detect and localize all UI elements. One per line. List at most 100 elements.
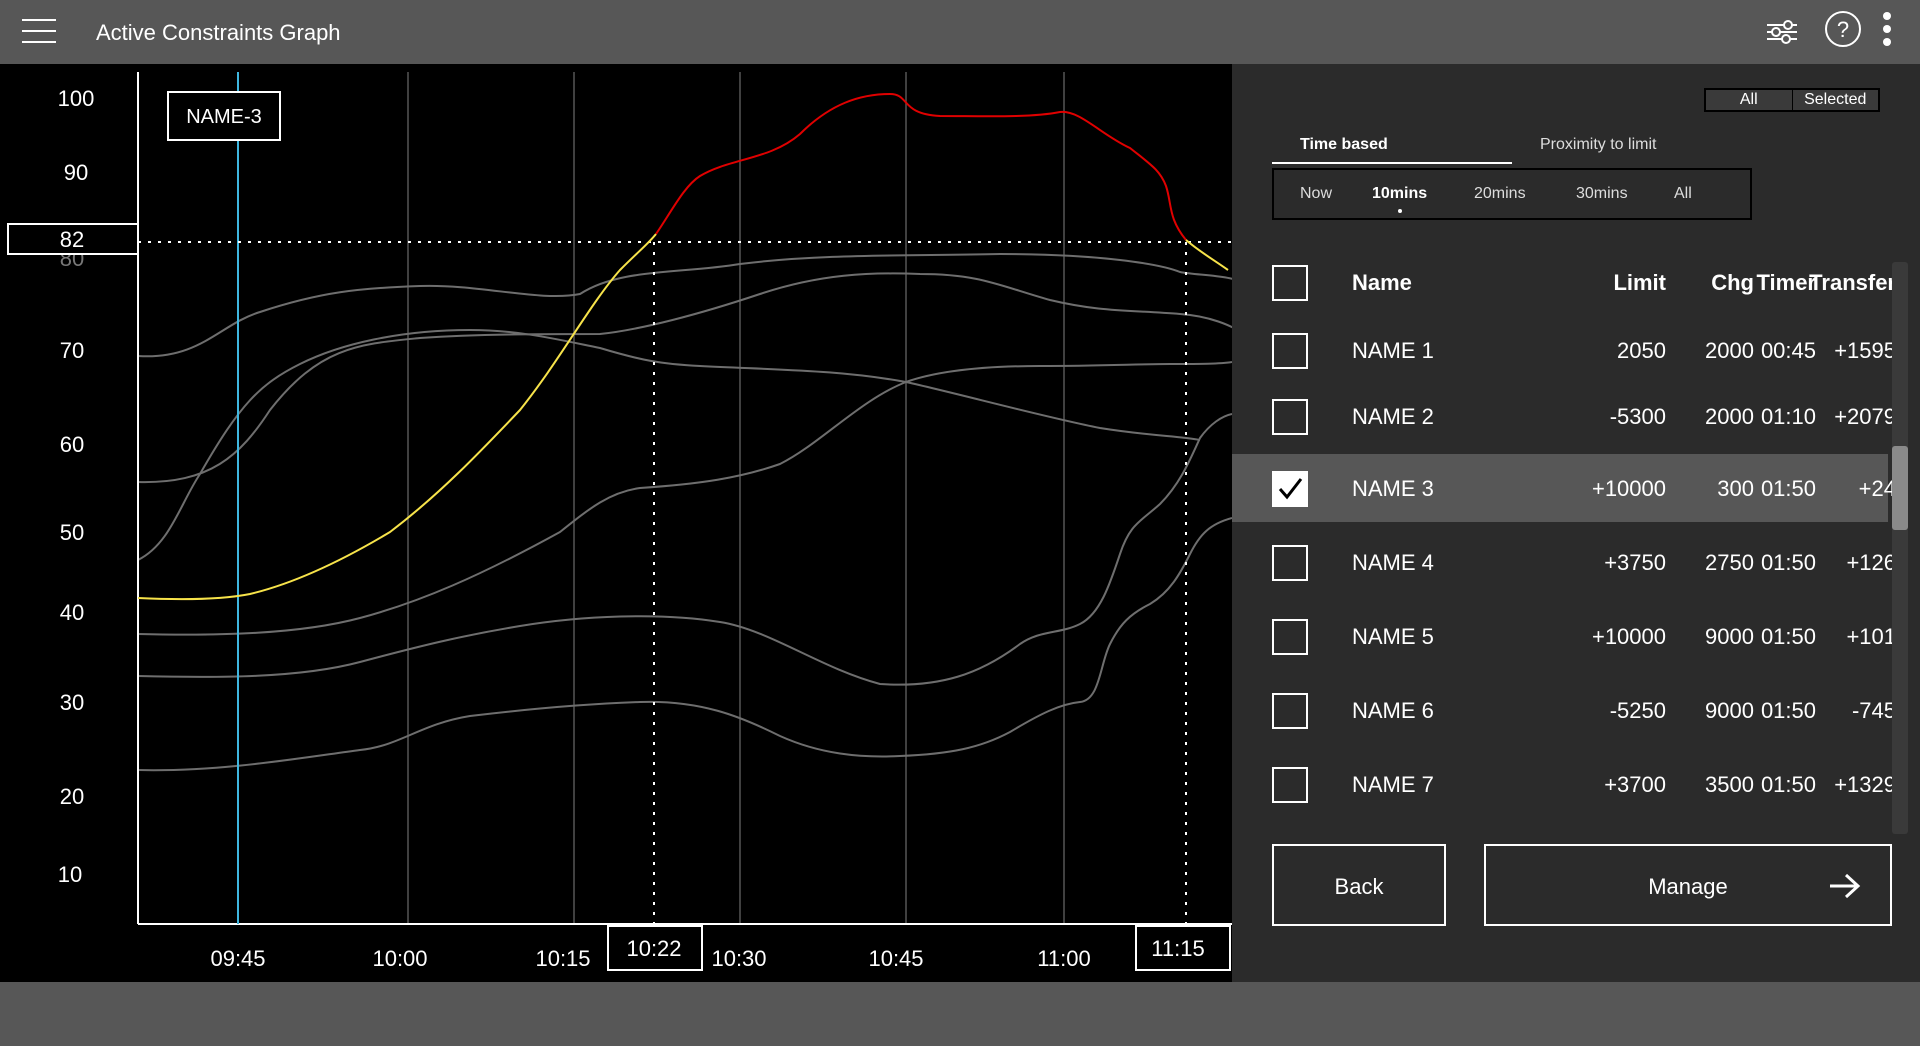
series-line	[137, 517, 1232, 772]
y-tick-label: 70	[60, 338, 84, 363]
y-tick-label: 50	[60, 520, 84, 545]
constraints-chart[interactable]: 100 90 80 70 60 50 40 30 20 10 82 NAME-3…	[0, 64, 1232, 982]
row-checkbox[interactable]	[1272, 399, 1308, 435]
x-tick-label: 10:45	[868, 946, 923, 971]
column-header-transfer[interactable]: Transfer	[1796, 270, 1896, 296]
table-row[interactable]: NAME 6 -5250 9000 01:50 -745	[1232, 676, 1896, 744]
row-chg: 9000	[1705, 624, 1754, 649]
select-all-checkbox[interactable]	[1272, 265, 1308, 301]
y-tick-label: 30	[60, 690, 84, 715]
table-scrollbar[interactable]	[1892, 262, 1908, 834]
range-30mins[interactable]: 30mins	[1576, 185, 1628, 203]
row-chg: 2000	[1705, 338, 1754, 363]
row-name: NAME 7	[1352, 772, 1434, 797]
series-line	[137, 328, 1201, 561]
series-label: NAME-3	[186, 106, 262, 128]
table-row[interactable]: NAME 7 +3700 3500 01:50 +1329	[1232, 750, 1896, 818]
row-checkbox[interactable]	[1272, 619, 1308, 655]
hamburger-menu-icon[interactable]	[20, 14, 58, 48]
range-now[interactable]: Now	[1300, 185, 1332, 203]
row-limit: -5250	[1609, 698, 1666, 723]
range-label: 10mins	[1372, 185, 1428, 202]
selected-dot-icon	[1397, 209, 1402, 213]
column-header-limit[interactable]: Limit	[1613, 270, 1666, 296]
toggle-all-button[interactable]: All	[1706, 90, 1792, 110]
back-button[interactable]: Back	[1272, 844, 1446, 926]
y-tick-label: 20	[60, 784, 84, 809]
x-tick-label: 10:00	[372, 946, 427, 971]
range-10mins[interactable]: 10mins	[1372, 185, 1428, 213]
row-limit: +10000	[1591, 624, 1666, 649]
table-row[interactable]: NAME 4 +3750 2750 01:50 +126	[1232, 528, 1896, 596]
sliders-icon[interactable]	[1764, 16, 1800, 48]
row-name: NAME 6	[1352, 698, 1434, 723]
other-series	[137, 252, 1232, 772]
table-row-selected[interactable]: NAME 3 +10000 300 01:50 +24	[1232, 454, 1896, 522]
time-range-selector: Now 10mins 20mins 30mins All	[1272, 168, 1752, 220]
range-20mins[interactable]: 20mins	[1474, 185, 1526, 203]
y-tick-label: 100	[58, 86, 95, 111]
y-tick-labels: 100 90 80 70 60 50 40 30 20 10	[58, 86, 95, 887]
help-circle-icon[interactable]: ?	[1824, 10, 1862, 48]
checkmark-icon	[1278, 478, 1303, 500]
row-limit: 2050	[1617, 338, 1666, 363]
view-toggle: All Selected	[1704, 88, 1880, 112]
row-transfer: +24	[1858, 476, 1896, 501]
row-transfer: +1329	[1834, 772, 1896, 797]
column-header-name[interactable]: Name	[1352, 270, 1412, 296]
row-chg: 300	[1717, 476, 1754, 501]
app-window: Active Constraints Graph ? 100 90 80 70 …	[0, 0, 1920, 1046]
series-line	[137, 413, 1232, 686]
row-transfer: +126	[1846, 550, 1896, 575]
row-chg: 2750	[1705, 550, 1754, 575]
back-button-label: Back	[1334, 874, 1384, 899]
row-transfer: +101	[1846, 624, 1896, 649]
tab-proximity-to-limit[interactable]: Proximity to limit	[1512, 136, 1748, 162]
tab-time-based[interactable]: Time based	[1272, 136, 1512, 164]
page-title: Active Constraints Graph	[96, 20, 341, 45]
row-chg: 9000	[1705, 698, 1754, 723]
row-limit: +3700	[1604, 772, 1666, 797]
column-header-chg[interactable]: Chg	[1711, 270, 1754, 296]
scrollbar-thumb[interactable]	[1892, 446, 1908, 530]
row-checkbox[interactable]	[1272, 333, 1308, 369]
top-bar: Active Constraints Graph ?	[0, 0, 1920, 64]
row-limit: +3750	[1604, 550, 1666, 575]
x-tick-label: 09:45	[210, 946, 265, 971]
row-chg: 2000	[1705, 404, 1754, 429]
table-row[interactable]: NAME 2 -5300 2000 01:10 +2079	[1232, 382, 1896, 450]
row-checkbox[interactable]	[1272, 693, 1308, 729]
cursor-time-label: 10:22	[626, 936, 681, 961]
sort-tabs: Time based Proximity to limit	[1272, 136, 1748, 166]
y-tick-label: 40	[60, 600, 84, 625]
over-limit-segment	[655, 92, 1187, 241]
y-tick-label: 10	[58, 862, 82, 887]
table-header-row: Name Limit Chg Timer Transfer	[1232, 248, 1896, 316]
row-checkbox[interactable]	[1272, 767, 1308, 803]
row-limit: +10000	[1591, 476, 1666, 501]
series-line	[137, 361, 1232, 636]
row-limit: -5300	[1609, 404, 1666, 429]
manage-button[interactable]: Manage	[1484, 844, 1892, 926]
row-checkbox[interactable]	[1272, 545, 1308, 581]
more-vertical-icon[interactable]	[1880, 10, 1894, 50]
selected-series-line[interactable]	[137, 233, 657, 601]
series-line	[137, 252, 1232, 358]
row-chg: 3500	[1705, 772, 1754, 797]
range-all[interactable]: All	[1674, 185, 1692, 203]
toggle-selected-button[interactable]: Selected	[1791, 90, 1878, 110]
row-transfer: -745	[1851, 698, 1896, 723]
y-tick-label: 90	[64, 160, 88, 185]
y-tick-label: 60	[60, 432, 84, 457]
table-row[interactable]: NAME 1 2050 2000 00:45 +1595	[1232, 316, 1896, 384]
end-time-label: 11:15	[1151, 936, 1204, 961]
arrow-right-icon	[1830, 873, 1861, 899]
chart-svg: 100 90 80 70 60 50 40 30 20 10 82 NAME-3…	[7, 72, 1232, 971]
row-transfer: +2079	[1834, 404, 1896, 429]
table-row[interactable]: NAME 5 +10000 9000 01:50 +101	[1232, 602, 1896, 670]
row-name: NAME 3	[1352, 476, 1434, 501]
x-tick-label: 10:15	[535, 946, 590, 971]
row-name: NAME 1	[1352, 338, 1434, 363]
row-name: NAME 4	[1352, 550, 1434, 575]
row-checkbox-checked[interactable]	[1272, 471, 1308, 507]
